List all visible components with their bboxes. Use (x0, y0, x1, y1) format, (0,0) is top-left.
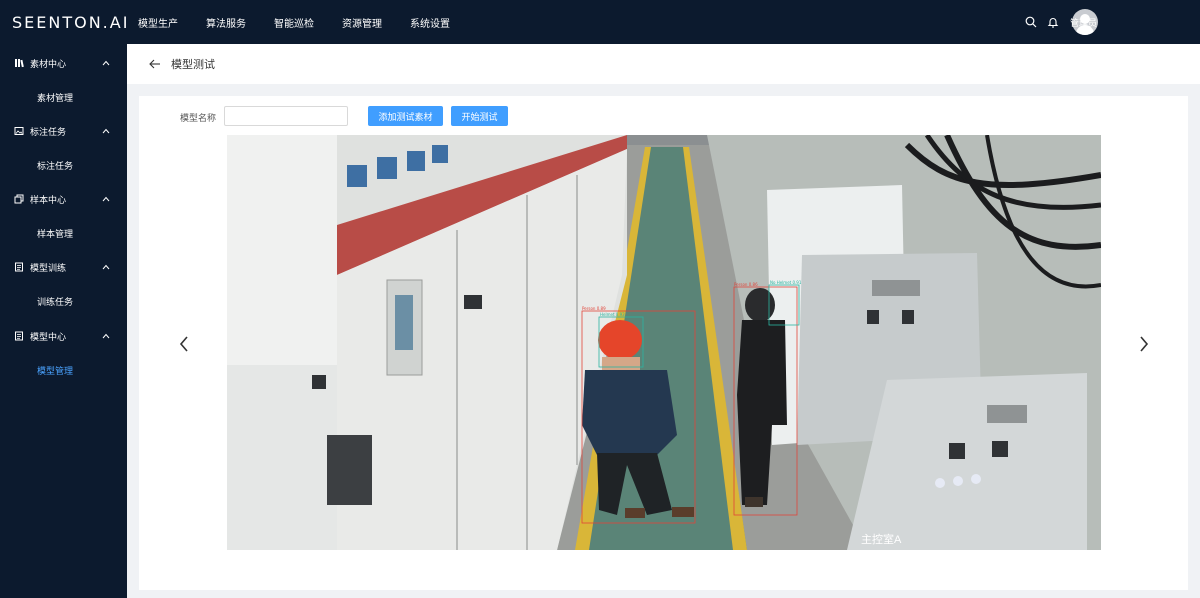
sidebar-item-material-center[interactable]: 素材中心 (0, 46, 127, 80)
sidebar-item-model-training[interactable]: 模型训练 (0, 250, 127, 284)
detection-label: Person 0.89 (582, 306, 606, 311)
topnav-item-model-production[interactable]: 模型生产 (128, 0, 196, 44)
topnav-item-system-settings[interactable]: 系统设置 (400, 0, 468, 44)
sidebar-group-sample-center: 样本中心 样本管理 (0, 182, 127, 250)
sidebar-item-annotation-tasks[interactable]: 标注任务 (0, 114, 127, 148)
model-name-input[interactable] (224, 106, 348, 126)
detection-label: Helmet 0.93 (600, 312, 625, 317)
sidebar-item-model-management[interactable]: 模型管理 (0, 353, 127, 387)
content-header: 模型测试 (127, 44, 1200, 84)
sidebar-item-sample-center[interactable]: 样本中心 (0, 182, 127, 216)
surveillance-image: Person 0.89 Helmet 0.93 Person 0.86 No H… (227, 135, 1101, 550)
chevron-up-icon (101, 194, 111, 204)
add-test-material-button[interactable]: 添加测试素材 (368, 106, 443, 126)
sidebar-group-model-training: 模型训练 训练任务 (0, 250, 127, 318)
model-name-label: 模型名称 (180, 113, 217, 123)
page-title: 模型测试 (171, 59, 215, 71)
sidebar-item-label: 素材中心 (30, 58, 67, 69)
sidebar-item-annotation-task-list[interactable]: 标注任务 (0, 148, 127, 182)
copy-icon (14, 194, 24, 204)
top-right-tools (1024, 0, 1200, 44)
top-nav: 模型生产 算法服务 智能巡检 资源管理 系统设置 (128, 0, 468, 44)
camera-caption: 主控室A (861, 534, 902, 546)
image-icon (14, 126, 24, 136)
sidebar-group-annotation-tasks: 标注任务 标注任务 (0, 114, 127, 182)
document-icon (14, 331, 24, 341)
sidebar-item-training-tasks[interactable]: 训练任务 (0, 284, 127, 318)
model-test-panel: 模型名称 添加测试素材 开始测试 Person 0.89 Helmet 0.93… (139, 96, 1188, 590)
sidebar: 素材中心 素材管理 标注任务 标注任务 样本中心 样本管理 模型训练 训练任务 (0, 44, 127, 598)
detection-label: Person 0.86 (734, 282, 758, 287)
sidebar-item-material-management[interactable]: 素材管理 (0, 80, 127, 114)
topnav-item-algorithm-service[interactable]: 算法服务 (196, 0, 264, 44)
chevron-up-icon (101, 331, 111, 341)
back-arrow-icon[interactable] (149, 57, 163, 71)
chevron-up-icon (101, 126, 111, 136)
sidebar-item-label: 模型中心 (30, 331, 67, 342)
topnav-item-resource-management[interactable]: 资源管理 (332, 0, 400, 44)
chevron-left-icon[interactable] (177, 334, 191, 354)
bar-chart-icon (14, 58, 24, 68)
bell-icon[interactable] (1046, 15, 1060, 29)
start-test-button[interactable]: 开始测试 (451, 106, 508, 126)
sidebar-item-label: 样本中心 (30, 194, 67, 205)
username[interactable]: 管理员 (1070, 16, 1097, 29)
test-image-viewer: Person 0.89 Helmet 0.93 Person 0.86 No H… (227, 135, 1101, 550)
chevron-up-icon (101, 58, 111, 68)
top-bar: SEENTON.AI 模型生产 算法服务 智能巡检 资源管理 系统设置 管理员 (0, 0, 1200, 44)
sidebar-item-label: 标注任务 (30, 126, 67, 137)
search-icon[interactable] (1024, 15, 1038, 29)
chevron-right-icon[interactable] (1137, 334, 1151, 354)
chevron-up-icon (101, 262, 111, 272)
document-icon (14, 262, 24, 272)
sidebar-item-label: 模型训练 (30, 262, 67, 273)
sidebar-item-sample-management[interactable]: 样本管理 (0, 216, 127, 250)
brand-logo: SEENTON.AI (12, 12, 130, 32)
topnav-item-smart-inspection[interactable]: 智能巡检 (264, 0, 332, 44)
sidebar-group-material-center: 素材中心 素材管理 (0, 46, 127, 114)
detection-label: No Helmet 0.91 (770, 280, 802, 285)
sidebar-item-model-center[interactable]: 模型中心 (0, 319, 127, 353)
sidebar-group-model-center: 模型中心 模型管理 (0, 319, 127, 387)
